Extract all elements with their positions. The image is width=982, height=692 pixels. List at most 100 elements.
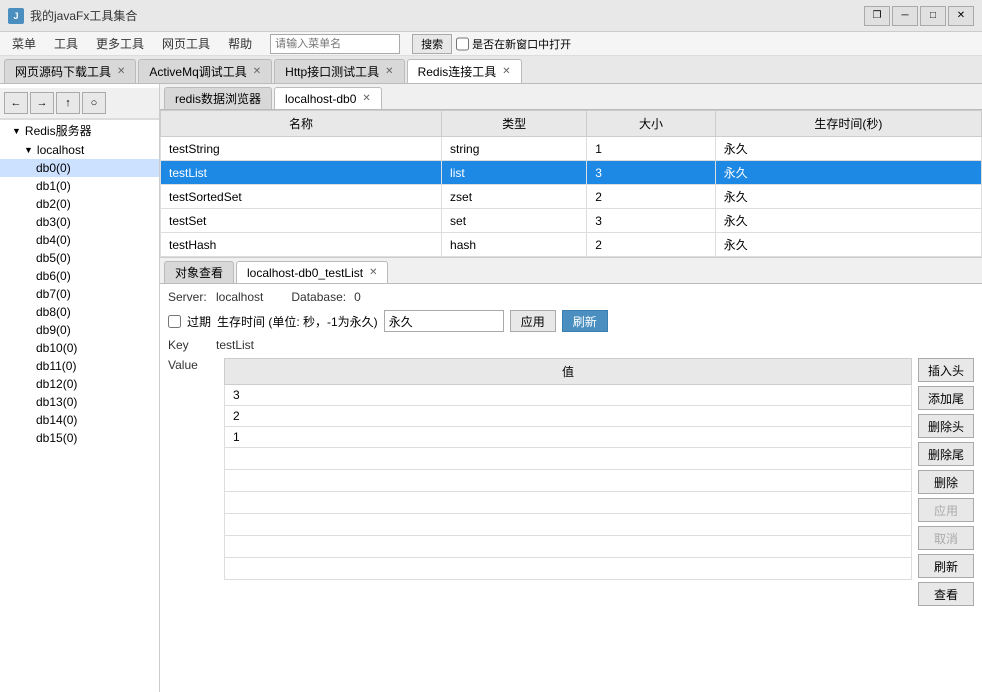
- tree-arrow-host: ▼: [24, 145, 33, 155]
- value-btn-8[interactable]: 查看: [918, 582, 974, 606]
- tree-db1[interactable]: db1(0): [0, 177, 159, 195]
- tab-redis[interactable]: Redis连接工具 ✕: [407, 59, 522, 83]
- database-value: 0: [354, 290, 361, 304]
- tab-close-web-downloader[interactable]: ✕: [117, 66, 125, 77]
- tree-db9[interactable]: db9(0): [0, 321, 159, 339]
- detail-panel: 对象查看 localhost-db0_testList ✕ Server: lo…: [160, 258, 982, 692]
- value-btn-1[interactable]: 添加尾: [918, 386, 974, 410]
- tree-db12[interactable]: db12(0): [0, 375, 159, 393]
- value-btn-2[interactable]: 删除头: [918, 414, 974, 438]
- tab-activemq[interactable]: ActiveMq调试工具 ✕: [138, 59, 272, 83]
- value-table-container: 值 321: [224, 358, 912, 606]
- menu-item-web-tools[interactable]: 网页工具: [154, 33, 218, 54]
- server-info-row: Server: localhost Database: 0: [168, 290, 974, 304]
- tree-db11[interactable]: db11(0): [0, 357, 159, 375]
- table-row[interactable]: testHashhash2永久: [161, 233, 982, 257]
- table-row[interactable]: testSortedSetzset2永久: [161, 185, 982, 209]
- new-window-label[interactable]: 是否在新窗口中打开: [456, 34, 571, 54]
- detail-tab-close-testlist[interactable]: ✕: [369, 267, 377, 278]
- menu-bar: 菜单 工具 更多工具 网页工具 帮助 搜索 是否在新窗口中打开: [0, 32, 982, 56]
- tab-http-test[interactable]: Http接口测试工具 ✕: [274, 59, 404, 83]
- value-row[interactable]: 3: [225, 385, 912, 406]
- nav-up-button[interactable]: ↑: [56, 92, 80, 114]
- minimize-button[interactable]: ─: [892, 6, 918, 26]
- tab-close-redis[interactable]: ✕: [502, 66, 510, 77]
- value-row-empty: [225, 448, 912, 470]
- expire-checkbox[interactable]: [168, 315, 181, 328]
- table-row[interactable]: testStringstring1永久: [161, 137, 982, 161]
- main-layout: ← → ↑ ○ ▼ Redis服务器 ▼ localhost db0(0) db…: [0, 84, 982, 692]
- value-buttons: 插入头添加尾删除头删除尾删除应用取消刷新查看: [912, 358, 974, 606]
- tree-root[interactable]: ▼ Redis服务器: [0, 120, 159, 141]
- value-label: Value: [168, 358, 208, 372]
- ttl-input[interactable]: [384, 310, 504, 332]
- tab-close-activemq[interactable]: ✕: [253, 66, 261, 77]
- server-value: localhost: [216, 290, 263, 304]
- menu-item-more-tools[interactable]: 更多工具: [88, 33, 152, 54]
- detail-tab-object-view[interactable]: 对象查看: [164, 261, 234, 283]
- new-window-checkbox[interactable]: [456, 34, 469, 54]
- server-label: Server:: [168, 290, 208, 304]
- tree-db0[interactable]: db0(0): [0, 159, 159, 177]
- close-button[interactable]: ✕: [948, 6, 974, 26]
- key-value: testList: [216, 338, 254, 352]
- value-row-empty: [225, 470, 912, 492]
- tree-db7[interactable]: db7(0): [0, 285, 159, 303]
- app-title: 我的javaFx工具集合: [30, 7, 864, 24]
- tree-db3[interactable]: db3(0): [0, 213, 159, 231]
- detail-inner-tabs: 对象查看 localhost-db0_testList ✕: [160, 258, 982, 284]
- value-row[interactable]: 1: [225, 427, 912, 448]
- tab-close-http-test[interactable]: ✕: [385, 66, 393, 77]
- tree-db10[interactable]: db10(0): [0, 339, 159, 357]
- window-controls: ❐ ─ □ ✕: [864, 6, 974, 26]
- value-btn-3[interactable]: 删除尾: [918, 442, 974, 466]
- search-input[interactable]: [270, 34, 400, 54]
- tree-db14[interactable]: db14(0): [0, 411, 159, 429]
- nav-forward-button[interactable]: →: [30, 92, 54, 114]
- value-btn-0[interactable]: 插入头: [918, 358, 974, 382]
- ttl-label: 生存时间 (单位: 秒，-1为永久): [217, 313, 378, 330]
- value-row[interactable]: 2: [225, 406, 912, 427]
- inner-tab-close-localhost-db0[interactable]: ✕: [362, 93, 370, 104]
- tree-db2[interactable]: db2(0): [0, 195, 159, 213]
- key-label: Key: [168, 338, 208, 352]
- col-name: 名称: [161, 111, 442, 137]
- tree-host[interactable]: ▼ localhost: [0, 141, 159, 159]
- tree-db5[interactable]: db5(0): [0, 249, 159, 267]
- value-area: 值 321 插入头添加尾删除头删除尾删除应用取消刷新查看: [224, 358, 974, 606]
- tree-db4[interactable]: db4(0): [0, 231, 159, 249]
- tab-web-downloader[interactable]: 网页源码下载工具 ✕: [4, 59, 136, 83]
- menu-search-area: 搜索 是否在新窗口中打开: [270, 34, 571, 54]
- table-row[interactable]: testListlist3永久: [161, 161, 982, 185]
- col-size: 大小: [587, 111, 715, 137]
- data-table-container: 名称 类型 大小 生存时间(秒) testStringstring1永久test…: [160, 110, 982, 258]
- nav-refresh-button[interactable]: ○: [82, 92, 106, 114]
- inner-tab-bar: redis数据浏览器 localhost-db0 ✕: [160, 84, 982, 110]
- expire-refresh-button[interactable]: 刷新: [562, 310, 608, 332]
- menu-item-main[interactable]: 菜单: [4, 33, 44, 54]
- value-btn-5[interactable]: 应用: [918, 498, 974, 522]
- search-button[interactable]: 搜索: [412, 34, 452, 54]
- nav-buttons: ← → ↑ ○: [0, 88, 159, 119]
- restore-button[interactable]: ❐: [864, 6, 890, 26]
- value-row-empty: [225, 558, 912, 580]
- menu-item-tools[interactable]: 工具: [46, 33, 86, 54]
- inner-tab-localhost-db0[interactable]: localhost-db0 ✕: [274, 87, 382, 109]
- value-btn-6[interactable]: 取消: [918, 526, 974, 550]
- tree-db6[interactable]: db6(0): [0, 267, 159, 285]
- table-row[interactable]: testSetset3永久: [161, 209, 982, 233]
- inner-tab-browser[interactable]: redis数据浏览器: [164, 87, 272, 109]
- nav-back-button[interactable]: ←: [4, 92, 28, 114]
- value-btn-4[interactable]: 删除: [918, 470, 974, 494]
- value-btn-7[interactable]: 刷新: [918, 554, 974, 578]
- menu-item-help[interactable]: 帮助: [220, 33, 260, 54]
- maximize-button[interactable]: □: [920, 6, 946, 26]
- tree-db15[interactable]: db15(0): [0, 429, 159, 447]
- expire-apply-button[interactable]: 应用: [510, 310, 556, 332]
- database-label: Database:: [291, 290, 346, 304]
- tree-db13[interactable]: db13(0): [0, 393, 159, 411]
- expire-label: 过期: [187, 313, 211, 330]
- value-label-row: Value 值 321: [168, 358, 974, 606]
- detail-tab-testlist[interactable]: localhost-db0_testList ✕: [236, 261, 388, 283]
- tree-db8[interactable]: db8(0): [0, 303, 159, 321]
